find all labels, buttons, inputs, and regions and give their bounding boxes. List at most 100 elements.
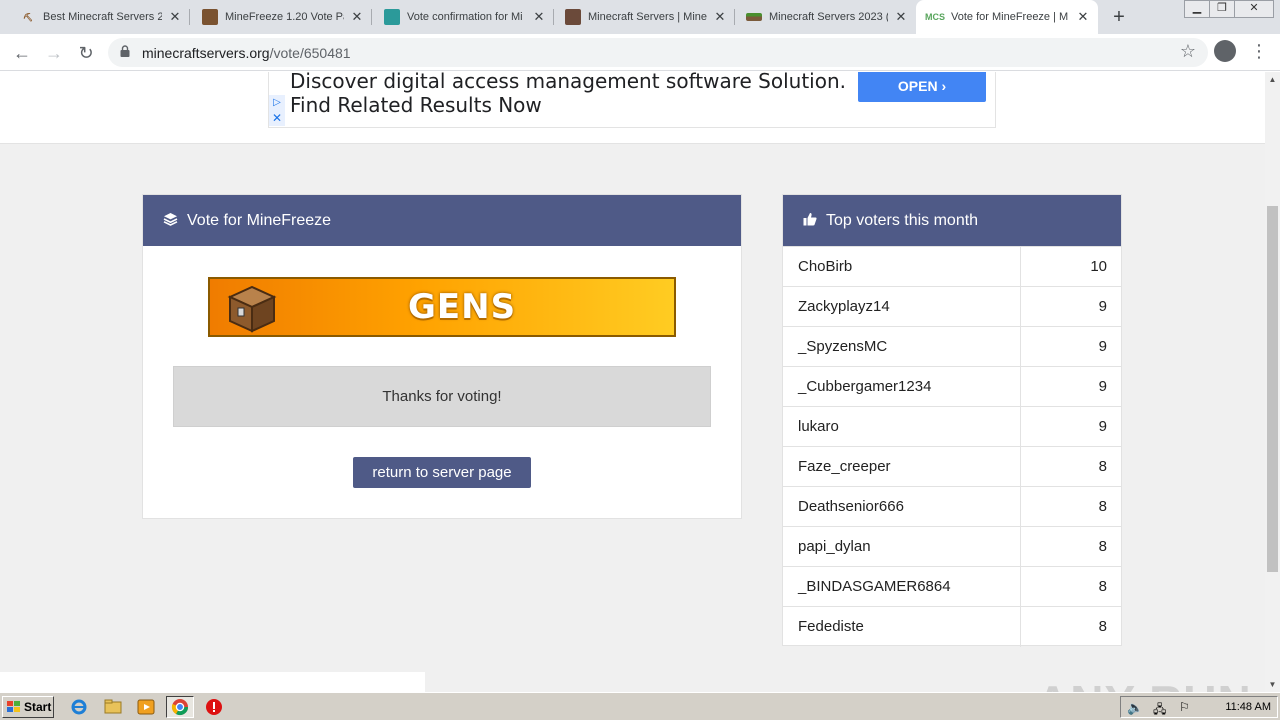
page-scrollbar[interactable]: ▲ ▼ bbox=[1265, 72, 1280, 692]
voter-name: ChoBirb bbox=[798, 258, 853, 275]
tab-title: Best Minecraft Servers 2 bbox=[43, 11, 162, 23]
minimize-button[interactable]: ▁ bbox=[1184, 0, 1210, 18]
reload-button[interactable]: ↻ bbox=[74, 41, 98, 65]
scroll-down-icon[interactable]: ▼ bbox=[1265, 677, 1280, 692]
ad-subline[interactable]: Find Related Results Now bbox=[290, 93, 542, 117]
voter-row: _BINDASGAMER6864 8 bbox=[783, 566, 1121, 607]
thumbs-up-icon bbox=[803, 212, 817, 229]
vote-count: 8 bbox=[1098, 618, 1107, 635]
voter-row: _Cubbergamer1234 9 bbox=[783, 366, 1121, 407]
server-banner[interactable]: GENS bbox=[208, 277, 676, 337]
diamond-block-icon bbox=[384, 9, 400, 25]
vote-card-title: Vote for MineFreeze bbox=[187, 211, 332, 229]
cell-divider bbox=[1020, 527, 1021, 567]
voter-name: Zackyplayz14 bbox=[798, 298, 890, 315]
tab-title: Vote for MineFreeze | M bbox=[951, 11, 1069, 23]
scrollbar-thumb[interactable] bbox=[1267, 206, 1278, 572]
tab-best-minecraft-servers[interactable]: ⛏ Best Minecraft Servers 2 ✕ bbox=[0, 0, 190, 34]
ad-bar: Discover digital access management softw… bbox=[0, 72, 1265, 144]
voter-row: lukaro 9 bbox=[783, 406, 1121, 447]
file-explorer-icon[interactable] bbox=[104, 698, 122, 716]
taskbar-clock: 11:48 AM bbox=[1225, 701, 1271, 713]
page-viewport: Discover digital access management softw… bbox=[0, 72, 1265, 692]
voter-row: _SpyzensMC 9 bbox=[783, 326, 1121, 367]
close-icon[interactable]: ✕ bbox=[713, 9, 727, 25]
forward-button[interactable]: → bbox=[42, 41, 66, 65]
tab-title: Vote confirmation for Mi bbox=[407, 11, 523, 23]
voter-name: Faze_creeper bbox=[798, 458, 891, 475]
chrome-icon bbox=[171, 699, 189, 716]
stop-sign-icon[interactable] bbox=[205, 698, 223, 716]
close-icon[interactable]: ✕ bbox=[894, 9, 908, 25]
chrome-taskbar-button[interactable] bbox=[166, 696, 194, 718]
chest-icon bbox=[227, 285, 277, 333]
url-host: minecraftservers.org bbox=[142, 45, 270, 61]
cell-divider bbox=[1020, 247, 1021, 287]
thanks-message: Thanks for voting! bbox=[173, 366, 711, 427]
volume-icon[interactable]: 🔈 bbox=[1127, 700, 1143, 716]
close-icon[interactable]: ✕ bbox=[168, 9, 182, 25]
tab-vote-for-minefreeze[interactable]: MCS Vote for MineFreeze | M ✕ bbox=[916, 0, 1098, 34]
new-tab-button[interactable]: + bbox=[1108, 6, 1130, 28]
chest-icon bbox=[202, 9, 218, 25]
ad-headline[interactable]: Discover digital access management softw… bbox=[290, 72, 846, 93]
top-voters-title: Top voters this month bbox=[826, 211, 979, 229]
banner-text: GENS bbox=[408, 287, 517, 327]
vote-count: 8 bbox=[1098, 538, 1107, 555]
ad-close-icon[interactable]: ✕ bbox=[269, 110, 285, 126]
voter-name: lukaro bbox=[798, 418, 839, 435]
voter-row: papi_dylan 8 bbox=[783, 526, 1121, 567]
tab-vote-confirmation[interactable]: Vote confirmation for Mi ✕ bbox=[364, 0, 554, 34]
cell-divider bbox=[1020, 287, 1021, 327]
close-icon[interactable]: ✕ bbox=[532, 9, 546, 25]
url-text: minecraftservers.org/vote/650481 bbox=[142, 45, 351, 61]
return-to-server-button[interactable]: return to server page bbox=[353, 457, 531, 488]
action-center-flag-icon[interactable]: ⚐ bbox=[1179, 700, 1190, 714]
bookmark-star-icon[interactable]: ☆ bbox=[1180, 41, 1196, 62]
browser-menu-icon[interactable]: ⋮ bbox=[1250, 40, 1268, 62]
layers-icon bbox=[163, 212, 178, 229]
vote-count: 9 bbox=[1098, 418, 1107, 435]
close-icon[interactable]: ✕ bbox=[350, 9, 364, 25]
top-voters-card: Top voters this month ChoBirb 10 Zackypla… bbox=[782, 194, 1122, 647]
url-path: /vote/650481 bbox=[269, 45, 351, 61]
vote-count: 8 bbox=[1098, 458, 1107, 475]
scroll-up-icon[interactable]: ▲ bbox=[1265, 72, 1280, 87]
system-tray: 🔈 🖧 ⚐ 11:48 AM bbox=[1120, 696, 1278, 718]
tab-minefreeze-vote-page[interactable]: MineFreeze 1.20 Vote Pa ✕ bbox=[182, 0, 372, 34]
cell-divider bbox=[1020, 447, 1021, 487]
internet-explorer-icon[interactable] bbox=[70, 698, 88, 716]
mcs-icon: MCS bbox=[925, 12, 945, 22]
browser-toolbar: ← → ↻ minecraftservers.org/vote/650481 ☆ bbox=[0, 34, 1280, 71]
window-close-button[interactable]: ✕ bbox=[1234, 0, 1274, 18]
address-bar[interactable]: minecraftservers.org/vote/650481 ☆ bbox=[108, 38, 1208, 67]
vote-card: Vote for MineFreeze GENS Thanks for voti… bbox=[142, 194, 742, 519]
ad-banner[interactable]: Discover digital access management softw… bbox=[268, 72, 996, 128]
pickaxe-icon: ⛏ bbox=[22, 12, 34, 22]
close-icon[interactable]: ✕ bbox=[1076, 9, 1090, 25]
voter-row: Fedediste 8 bbox=[783, 606, 1121, 647]
voter-name: papi_dylan bbox=[798, 538, 871, 555]
tab-title: MineFreeze 1.20 Vote Pa bbox=[225, 11, 344, 23]
ad-open-button[interactable]: OPEN › bbox=[858, 72, 986, 102]
vote-count: 9 bbox=[1098, 338, 1107, 355]
voter-row: Zackyplayz14 9 bbox=[783, 286, 1121, 327]
start-button[interactable]: Start bbox=[2, 696, 54, 718]
tab-minecraft-servers-mine[interactable]: Minecraft Servers | Mine ✕ bbox=[545, 0, 735, 34]
cell-divider bbox=[1020, 607, 1021, 647]
network-icon[interactable]: 🖧 bbox=[1153, 700, 1166, 721]
cell-divider bbox=[1020, 367, 1021, 407]
tab-minecraft-servers-2023[interactable]: Minecraft Servers 2023 ( ✕ bbox=[726, 0, 916, 34]
profile-avatar-icon[interactable] bbox=[1214, 40, 1236, 62]
windows-taskbar: Start 🔈 🖧 ⚐ 11:48 AM bbox=[0, 692, 1280, 720]
media-player-icon[interactable] bbox=[137, 698, 155, 716]
adchoices-icon[interactable]: ▷ bbox=[269, 95, 285, 110]
vote-card-header: Vote for MineFreeze bbox=[143, 195, 741, 246]
steve-icon bbox=[565, 9, 581, 25]
back-button[interactable]: ← bbox=[10, 41, 34, 65]
cell-divider bbox=[1020, 567, 1021, 607]
restore-button[interactable]: ❐ bbox=[1209, 0, 1235, 18]
vote-count: 8 bbox=[1098, 578, 1107, 595]
cell-divider bbox=[1020, 327, 1021, 367]
windows-flag-icon bbox=[7, 701, 20, 712]
